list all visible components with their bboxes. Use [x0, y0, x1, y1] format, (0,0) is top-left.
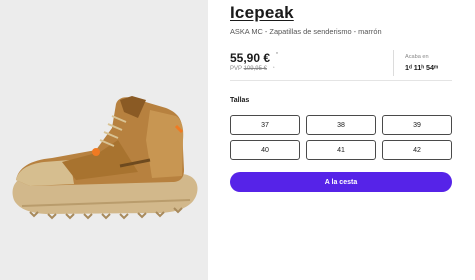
pvp-price: PVP 109,95 € — [230, 66, 267, 72]
pvp-footnote-mark: * — [273, 65, 275, 70]
product-subtitle: ASKA MC - Zapatillas de senderismo - mar… — [230, 27, 382, 36]
size-option-40[interactable]: 40 — [230, 140, 300, 160]
size-option-38[interactable]: 38 — [306, 115, 376, 135]
price-row: 55,90 € * PVP 109,95 € * Acaba en 1ᵈ 11ʰ… — [230, 46, 452, 78]
pvp-label: PVP — [230, 66, 242, 72]
product-image-panel — [0, 0, 208, 280]
countdown-label: Acaba en — [405, 54, 429, 60]
divider — [230, 80, 452, 81]
size-option-42[interactable]: 42 — [382, 140, 452, 160]
add-to-cart-button[interactable]: A la cesta — [230, 172, 452, 192]
sizes-label: Tallas — [230, 97, 250, 104]
size-option-41[interactable]: 41 — [306, 140, 376, 160]
brand-link[interactable]: Icepeak — [230, 3, 294, 23]
size-option-37[interactable]: 37 — [230, 115, 300, 135]
price-footnote-mark: * — [276, 52, 278, 58]
divider — [393, 50, 394, 76]
current-price: 55,90 € — [230, 51, 271, 65]
countdown-time: 1ᵈ 11ʰ 54ᵐ — [405, 63, 439, 72]
shoe-image — [12, 96, 198, 220]
size-option-39[interactable]: 39 — [382, 115, 452, 135]
pvp-old-price: 109,95 € — [243, 66, 267, 72]
